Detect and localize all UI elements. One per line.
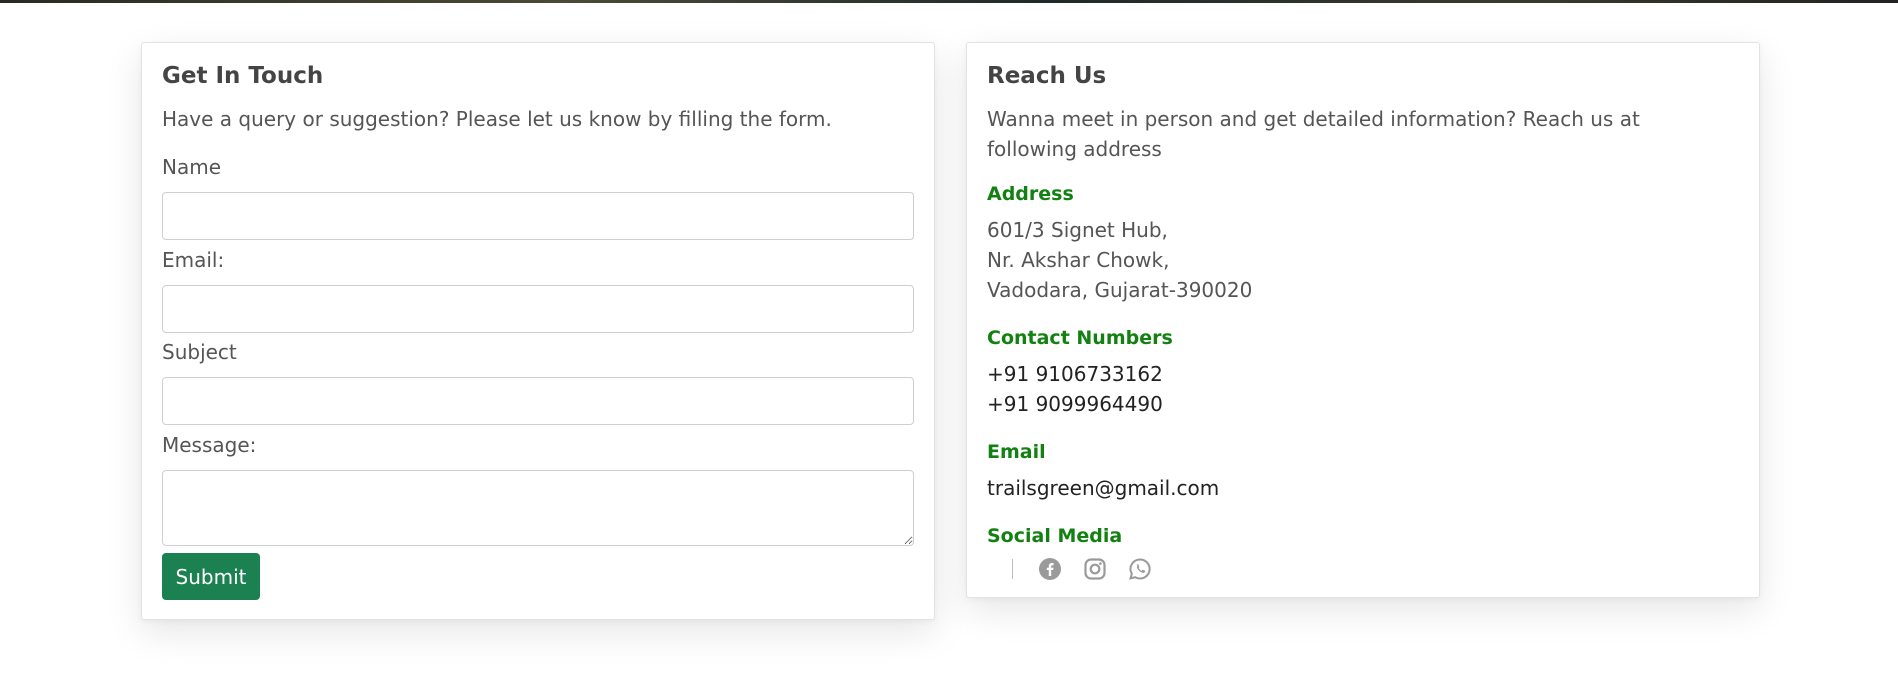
phone-number[interactable]: +91 9106733162: [987, 359, 1163, 389]
reach-us-title: Reach Us: [987, 63, 1107, 89]
address-line: Vadodara, Gujarat-390020: [987, 278, 1253, 302]
message-label: Message:: [162, 433, 257, 457]
email-input[interactable]: [162, 285, 914, 333]
message-textarea[interactable]: [162, 470, 914, 546]
email-heading: Email: [987, 441, 1046, 463]
email-address[interactable]: trailsgreen@gmail.com: [987, 473, 1219, 503]
address-line: 601/3 Signet Hub,: [987, 218, 1168, 242]
contact-form-subtitle: Have a query or suggestion? Please let u…: [162, 107, 832, 131]
name-input[interactable]: [162, 192, 914, 240]
reach-us-card: Reach Us Wanna meet in person and get de…: [966, 42, 1760, 598]
submit-button[interactable]: Submit: [162, 553, 260, 600]
social-media-heading: Social Media: [987, 525, 1123, 547]
facebook-icon[interactable]: [1038, 557, 1062, 581]
instagram-icon[interactable]: [1083, 557, 1107, 581]
social-media-links: [987, 557, 1173, 581]
name-label: Name: [162, 155, 222, 179]
address-heading: Address: [987, 183, 1074, 205]
whatsapp-icon[interactable]: [1128, 557, 1152, 581]
subject-label: Subject: [162, 340, 237, 364]
subject-input[interactable]: [162, 377, 914, 425]
social-divider: [1012, 559, 1013, 579]
header-image-edge: [0, 0, 1898, 3]
reach-us-subtitle: Wanna meet in person and get detailed in…: [987, 107, 1640, 161]
email-label: Email:: [162, 248, 225, 272]
contact-form-title: Get In Touch: [162, 63, 324, 89]
contact-numbers-heading: Contact Numbers: [987, 327, 1173, 349]
contact-form-card: Get In Touch Have a query or suggestion?…: [141, 42, 935, 620]
phone-number[interactable]: +91 9099964490: [987, 389, 1163, 419]
address-line: Nr. Akshar Chowk,: [987, 248, 1170, 272]
